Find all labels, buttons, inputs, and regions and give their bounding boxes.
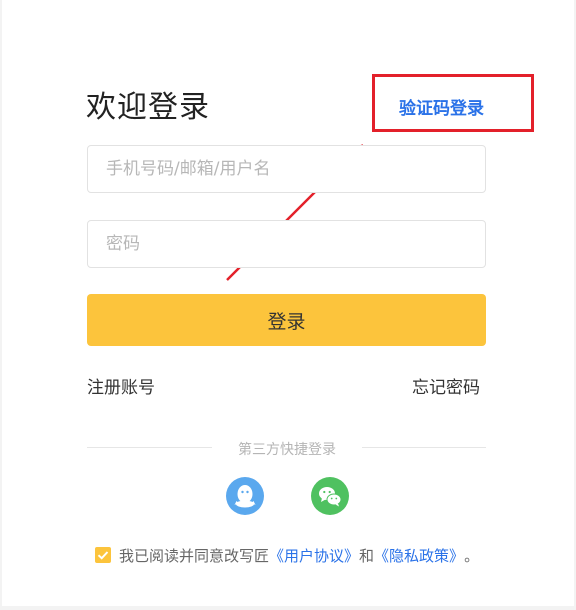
agreement-row: 我已阅读并同意改写匠 《用户协议》 和 《隐私政策》 。 xyxy=(95,545,479,565)
password-input[interactable] xyxy=(88,221,485,267)
annotation-highlight-box xyxy=(372,74,534,132)
page-title: 欢迎登录 xyxy=(86,90,210,125)
password-field[interactable] xyxy=(87,220,486,268)
divider-left xyxy=(87,447,212,448)
divider-right xyxy=(362,447,486,448)
register-link[interactable]: 注册账号 xyxy=(87,373,155,398)
privacy-policy-link[interactable]: 《隐私政策》 xyxy=(374,545,464,566)
user-agreement-link[interactable]: 《用户协议》 xyxy=(269,545,359,566)
agreement-suffix: 。 xyxy=(464,546,480,565)
account-input[interactable] xyxy=(88,146,485,192)
agreement-conjunction: 和 xyxy=(359,546,375,565)
wechat-icon xyxy=(319,487,342,507)
agreement-checkbox[interactable] xyxy=(95,547,111,563)
login-button[interactable]: 登录 xyxy=(87,294,486,346)
forgot-password-link[interactable]: 忘记密码 xyxy=(412,373,480,398)
third-party-label: 第三方快捷登录 xyxy=(238,442,336,458)
check-icon xyxy=(97,551,109,560)
agreement-prefix: 我已阅读并同意改写匠 xyxy=(119,546,270,565)
qq-icon xyxy=(234,485,256,508)
wechat-login-button[interactable] xyxy=(311,477,349,515)
qq-login-button[interactable] xyxy=(226,477,264,515)
account-field[interactable] xyxy=(87,145,486,193)
